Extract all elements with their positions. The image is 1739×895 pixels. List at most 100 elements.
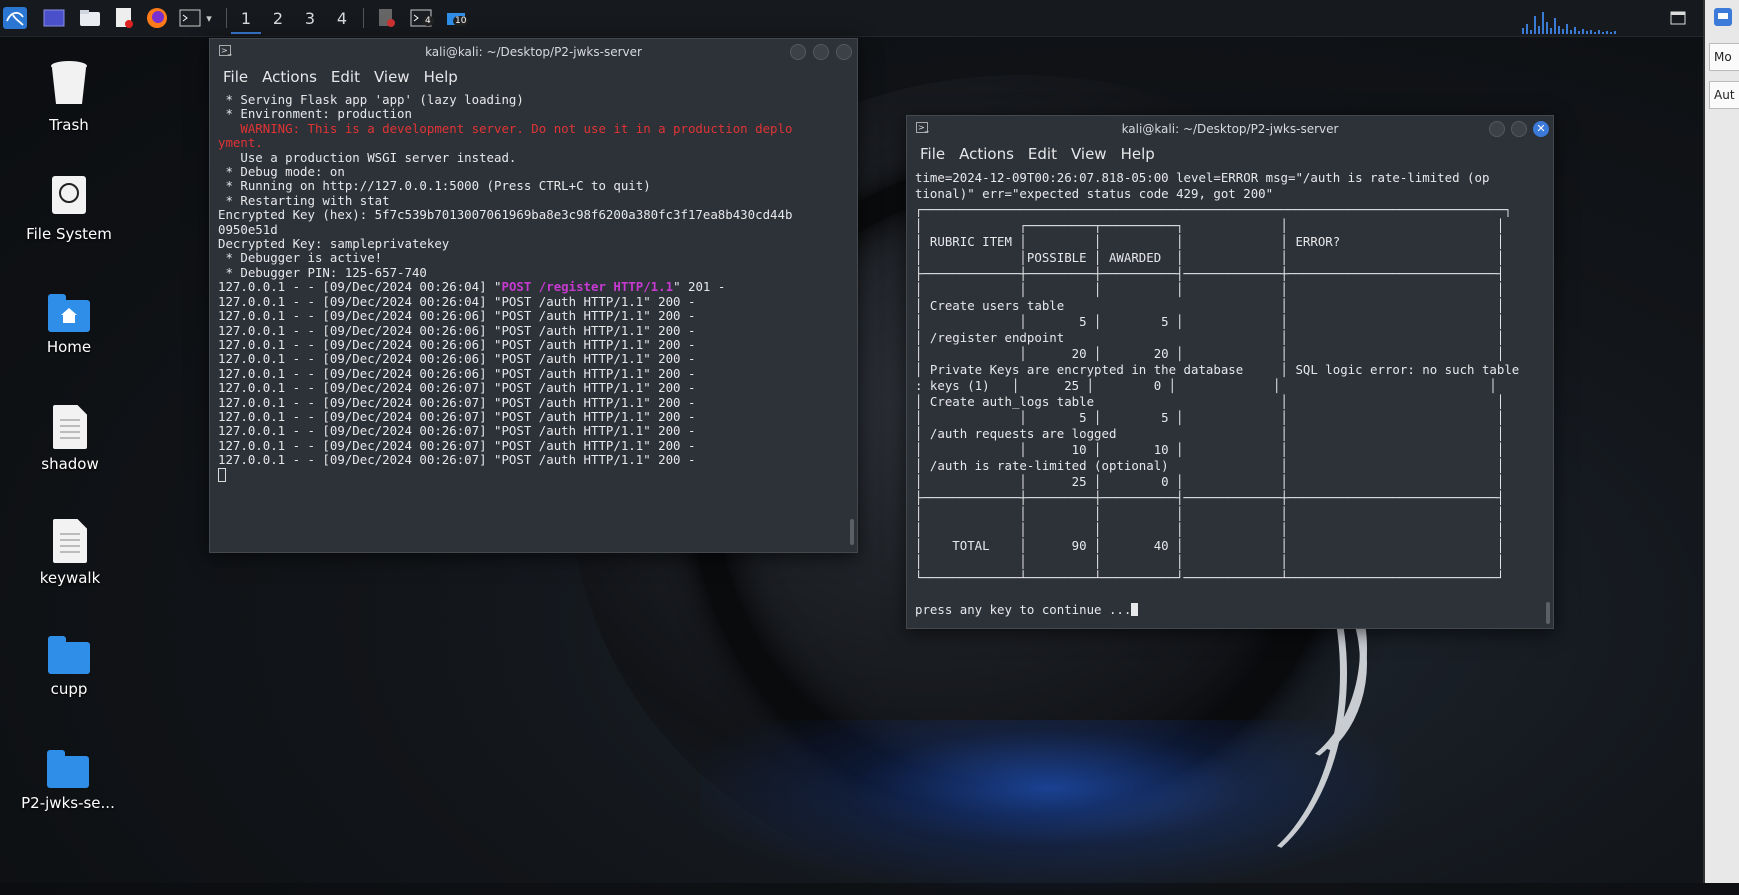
- taskbar-separator: [226, 8, 227, 28]
- terminal-line: Decrypted Key: sampleprivatekey: [218, 236, 450, 252]
- workspace-4-button[interactable]: 4: [327, 4, 357, 32]
- side-panel-button-1[interactable]: Mo: [1709, 43, 1739, 71]
- menu-bar: File Actions Edit View Help: [907, 142, 1553, 166]
- desktop-icon-label: keywalk: [39, 569, 101, 587]
- rubric-row-label: │ Private Keys are encrypted in the data…: [915, 362, 1520, 377]
- close-button[interactable]: ✕: [1533, 121, 1549, 137]
- desktop-icon-label: Home: [46, 338, 92, 356]
- workspace-1-button[interactable]: 1: [231, 4, 261, 34]
- desktop-icon-file-system[interactable]: File System: [9, 175, 129, 243]
- desktop-icon-home[interactable]: Home: [9, 294, 129, 356]
- terminal-window-server[interactable]: >_ kali@kali: ~/Desktop/P2-jwks-server F…: [209, 38, 858, 553]
- error-log-line: time=2024-12-09T00:26:07.818-05:00 level…: [915, 170, 1490, 185]
- rubric-table-line: │ │ │ │ │ │: [915, 554, 1505, 569]
- continue-prompt: press any key to continue ...: [915, 602, 1545, 618]
- close-button[interactable]: [836, 44, 852, 60]
- maximize-button[interactable]: [1511, 121, 1527, 137]
- desktop-icon-label: cupp: [50, 680, 88, 698]
- log-line: 127.0.0.1 - - [09/Dec/2024 00:26:06] "PO…: [218, 351, 696, 367]
- log-line-register: 127.0.0.1 - - [09/Dec/2024 00:26:04] "PO…: [218, 280, 849, 294]
- side-panel-button-2[interactable]: Aut: [1709, 81, 1739, 109]
- terminal-line: Use a production WSGI server instead.: [218, 149, 517, 165]
- terminal-window-grader[interactable]: >_ kali@kali: ~/Desktop/P2-jwks-server ✕…: [906, 115, 1554, 629]
- menu-edit[interactable]: Edit: [1028, 145, 1057, 163]
- chevron-down-icon[interactable]: ▾: [202, 5, 216, 31]
- terminal-cursor: [218, 467, 849, 483]
- files-count-badge: 10: [453, 16, 469, 26]
- firefox-icon[interactable]: [145, 5, 169, 31]
- menu-view[interactable]: View: [374, 68, 410, 86]
- workspace-3-button[interactable]: 3: [295, 4, 325, 32]
- menu-file[interactable]: File: [223, 68, 248, 86]
- rubric-table-line: │ │ │ │ │ │: [915, 522, 1505, 537]
- desktop-icon-shadow[interactable]: shadow: [10, 405, 130, 473]
- log-suffix: " 201 -: [673, 279, 726, 295]
- rubric-table-line: │ ┌─────────┬──────────┐ │ │: [915, 218, 1505, 233]
- folder-icon: [48, 636, 90, 674]
- text-editor-icon[interactable]: [112, 5, 136, 31]
- minimize-button[interactable]: [790, 44, 806, 60]
- terminal-icon: >_: [916, 122, 929, 133]
- task-terminal-icon[interactable]: 4: [405, 5, 437, 31]
- terminal-output[interactable]: time=2024-12-09T00:26:07.818-05:00 level…: [907, 168, 1553, 628]
- desktop-icon-label: File System: [26, 225, 112, 243]
- menu-help[interactable]: Help: [1121, 145, 1155, 163]
- kali-menu-icon[interactable]: [2, 5, 28, 31]
- menu-view[interactable]: View: [1071, 145, 1107, 163]
- text-file-icon: [53, 405, 87, 449]
- taskbar: ▾ 1 2 3 4 4 10: [0, 0, 1739, 37]
- side-panel-strip: Mo Aut: [1703, 0, 1739, 883]
- log-line: 127.0.0.1 - - [09/Dec/2024 00:26:07] "PO…: [218, 394, 696, 410]
- minimize-button[interactable]: [1489, 121, 1505, 137]
- scrollbar-thumb[interactable]: [1546, 602, 1550, 624]
- rubric-table-line: │ │ │ │ │ │: [915, 282, 1505, 297]
- rubric-table-line: ├─────────────┼─────────┼──────────┤────…: [915, 490, 1505, 505]
- menu-actions[interactable]: Actions: [262, 68, 317, 86]
- terminal-launcher-icon[interactable]: [178, 5, 202, 31]
- window-title: kali@kali: ~/Desktop/P2-jwks-server: [425, 45, 642, 59]
- terminal-line: * Debug mode: on: [218, 164, 345, 180]
- maximize-button[interactable]: [813, 44, 829, 60]
- task-files-icon[interactable]: 10: [441, 5, 473, 31]
- rubric-row-scores: │ │ 10 │ 10 │ │ │: [915, 442, 1505, 457]
- menu-help[interactable]: Help: [424, 68, 458, 86]
- rubric-table-line: ┌───────────────────────────────────────…: [915, 202, 1512, 217]
- log-line: 127.0.0.1 - - [09/Dec/2024 00:26:07] "PO…: [218, 423, 696, 439]
- desktop-icon-keywalk[interactable]: keywalk: [10, 519, 130, 587]
- desktop-icon-trash[interactable]: Trash: [9, 60, 129, 134]
- desktop-icon-label: Trash: [49, 116, 89, 134]
- warning-line: yment.: [218, 135, 263, 151]
- window-list-icon[interactable]: [1668, 5, 1688, 31]
- desktop-icon-p2-jwks-server[interactable]: P2-jwks-se...: [8, 750, 128, 812]
- rubric-table-header: │ │POSSIBLE │ AWARDED │ │ │: [915, 250, 1505, 265]
- window-titlebar[interactable]: >_ kali@kali: ~/Desktop/P2-jwks-server ✕: [907, 116, 1553, 142]
- terminal-output[interactable]: * Serving Flask app 'app' (lazy loading)…: [210, 91, 857, 552]
- terminal-line: * Running on http://127.0.0.1:5000 (Pres…: [218, 178, 651, 194]
- menu-edit[interactable]: Edit: [331, 68, 360, 86]
- taskbar-separator: [363, 8, 364, 28]
- terminal-count-badge: 4: [422, 16, 434, 26]
- rubric-table-line: └─────────────┴─────────┴──────────┘────…: [915, 570, 1505, 585]
- window-titlebar[interactable]: >_ kali@kali: ~/Desktop/P2-jwks-server: [210, 39, 857, 65]
- log-line: 127.0.0.1 - - [09/Dec/2024 00:26:07] "PO…: [218, 408, 696, 424]
- rubric-row-label: │ Create users table │ │: [915, 298, 1505, 313]
- home-folder-icon: [48, 294, 90, 332]
- continue-prompt-text: press any key to continue ...: [915, 602, 1132, 617]
- rubric-table-header: │ RUBRIC ITEM │ │ │ │ ERROR? │: [915, 234, 1505, 249]
- chat-icon[interactable]: [1711, 4, 1735, 30]
- log-line: 127.0.0.1 - - [09/Dec/2024 00:26:07] "PO…: [218, 437, 696, 453]
- show-desktop-icon[interactable]: [42, 5, 66, 31]
- rubric-total-row: │ TOTAL │ 90 │ 40 │ │ │: [915, 538, 1505, 553]
- terminal-line: * Restarting with stat: [218, 192, 390, 208]
- rubric-table-line: ├─────────────┼─────────┼──────────┤────…: [915, 266, 1505, 281]
- menu-file[interactable]: File: [920, 145, 945, 163]
- terminal-line: 0950e51d: [218, 221, 278, 237]
- scrollbar-thumb[interactable]: [850, 519, 854, 545]
- menu-actions[interactable]: Actions: [959, 145, 1014, 163]
- desktop-icon-cupp[interactable]: cupp: [9, 636, 129, 698]
- rubric-row-scores: : keys (1) │ 25 │ 0 │ │ │: [915, 378, 1497, 393]
- log-line: 127.0.0.1 - - [09/Dec/2024 00:26:04] "PO…: [218, 293, 696, 309]
- workspace-2-button[interactable]: 2: [263, 4, 293, 32]
- task-editor-icon[interactable]: [375, 5, 399, 31]
- file-manager-icon[interactable]: [78, 5, 102, 31]
